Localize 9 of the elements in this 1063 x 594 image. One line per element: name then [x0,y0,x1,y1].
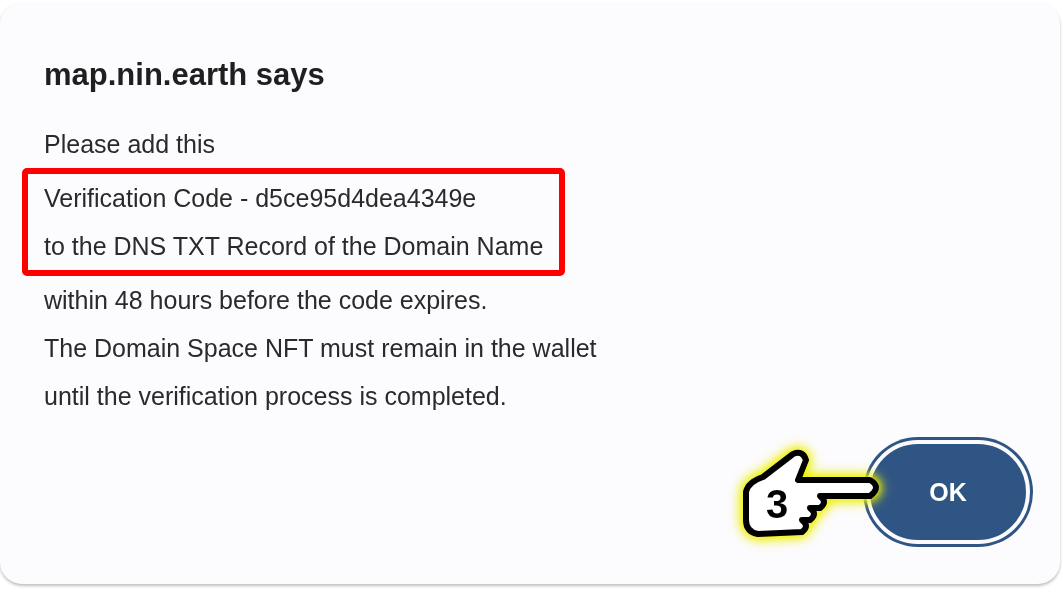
message-line: The Domain Space NFT must remain in the wallet [44,333,597,364]
dialog-title: map.nin.earth says [44,56,326,94]
step-number: 3 [766,482,789,526]
message-line: within 48 hours before the code expires. [44,285,488,316]
message-line: Verification Code - d5ce95d4dea4349e [44,183,478,214]
message-line: until the verification process is completed. [44,381,507,412]
message-line: to the DNS TXT Record of the Domain Name [44,231,544,262]
ok-button[interactable]: OK [866,440,1030,544]
message-line: Please add this [44,129,215,160]
